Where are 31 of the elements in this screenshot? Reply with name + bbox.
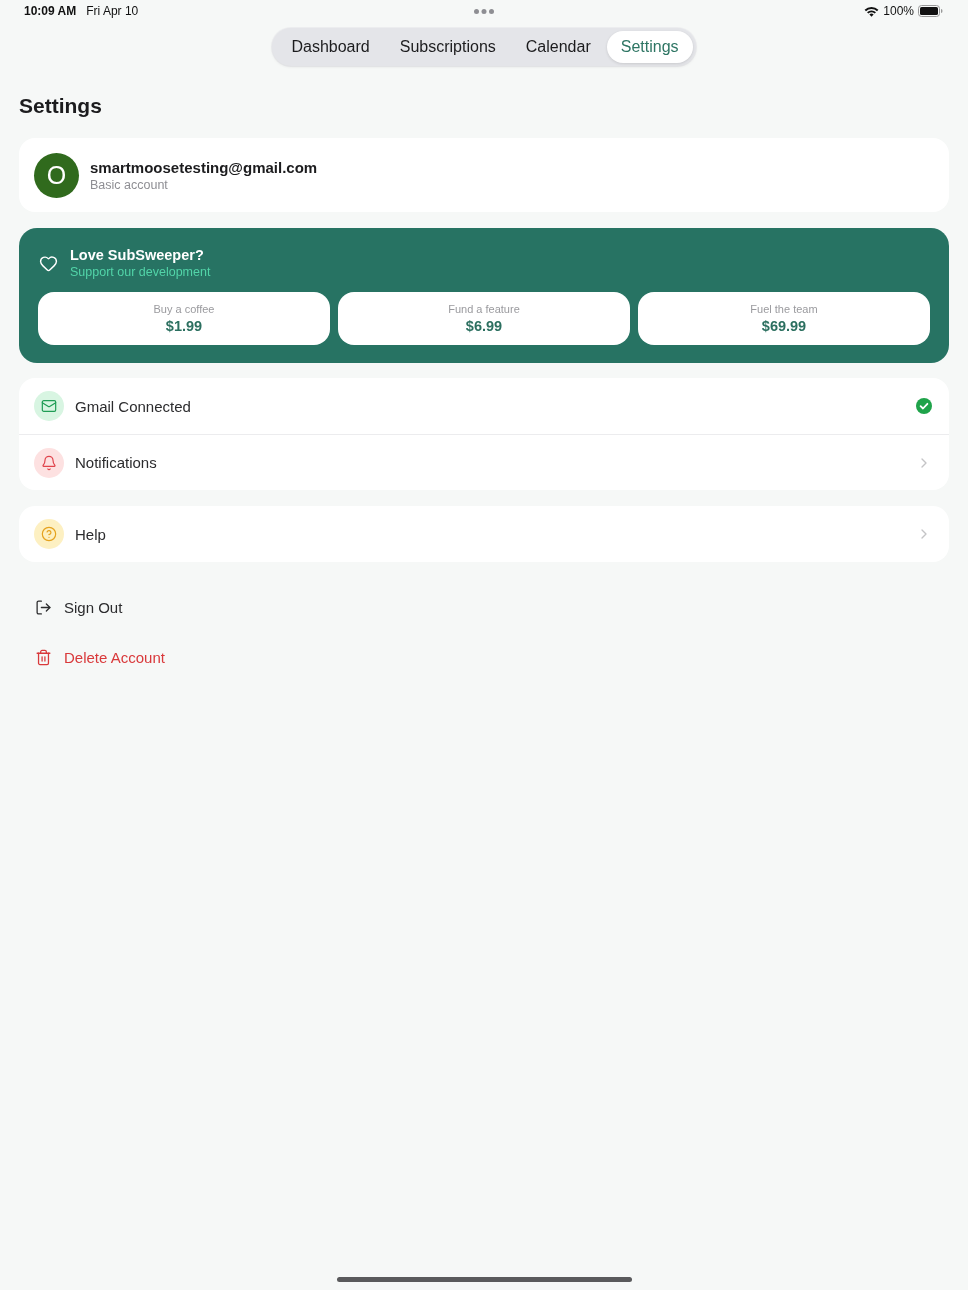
setting-label[interactable]: Help (75, 525, 905, 543)
support-title: Love SubSweeper? (70, 247, 205, 263)
mail-icon (34, 391, 64, 421)
sign-out-button[interactable]: Sign Out (19, 590, 123, 624)
check-circle-icon (916, 398, 932, 414)
account-email: smartmoosetesting@gmail.com (90, 158, 318, 176)
setting-label[interactable]: Gmail Connected (75, 397, 905, 415)
heart-icon (39, 253, 58, 273)
sign-out-icon (35, 598, 52, 616)
avatar: O (34, 152, 79, 198)
trash-icon (35, 648, 52, 666)
setting-label[interactable]: Notifications (75, 454, 905, 471)
wifi-icon (864, 5, 880, 17)
tip-button[interactable]: Buy a coffee $1.99 (38, 292, 330, 345)
tab[interactable]: Dashboard (277, 31, 384, 63)
ellipsis-icon (473, 8, 494, 14)
tab[interactable]: Calendar (511, 31, 605, 63)
delete-account-button[interactable]: Delete Account (19, 640, 165, 674)
help-icon (34, 519, 64, 549)
status-date: Fri Apr 10 (86, 4, 139, 18)
page-title: Settings (19, 94, 102, 118)
battery-icon (918, 5, 943, 17)
account-plan: Basic account (90, 177, 169, 192)
bell-icon (34, 447, 64, 478)
battery-percentage: 100% (883, 4, 914, 18)
tip-button[interactable]: Fund a feature $6.99 (338, 292, 630, 345)
status-time: 10:09 AM (24, 4, 77, 18)
tab[interactable]: Settings (606, 31, 693, 63)
support-subtitle: Support our development (70, 265, 211, 279)
tip-button[interactable]: Fuel the team $69.99 (638, 292, 930, 345)
tab[interactable]: Subscriptions (385, 31, 510, 63)
